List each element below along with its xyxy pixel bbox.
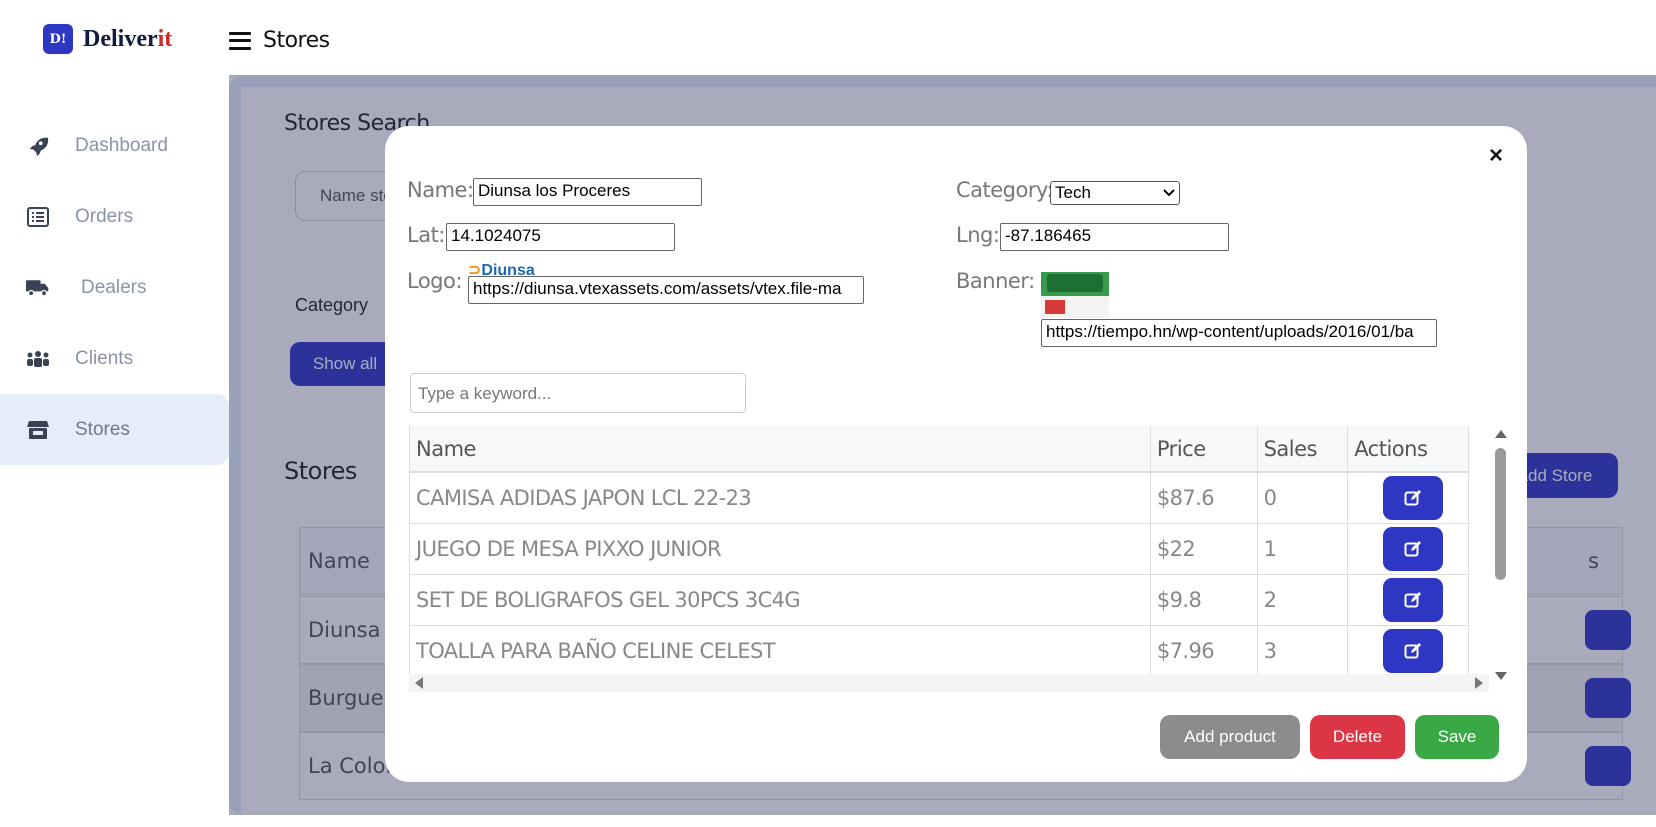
edit-icon	[1404, 591, 1422, 607]
brand-name-accent: it	[157, 25, 173, 52]
sidebar-item-label: Stores	[75, 418, 130, 440]
brand-name-main: Deliver	[83, 25, 158, 52]
product-sales-cell: 1	[1257, 523, 1349, 575]
lat-field[interactable]: 14.1024075	[446, 223, 675, 251]
category-select-value: Tech	[1055, 183, 1091, 202]
sidebar-item-clients[interactable]: Clients	[0, 323, 229, 394]
store-icon	[26, 418, 50, 442]
edit-product-button[interactable]	[1383, 475, 1444, 520]
truck-icon	[26, 276, 50, 300]
logo-label: Logo:	[407, 269, 462, 293]
store-name-field[interactable]: Diunsa los Proceres	[473, 178, 702, 206]
product-price-cell: $22	[1150, 523, 1258, 575]
product-sales-cell: 2	[1257, 574, 1349, 626]
product-actions-cell	[1347, 574, 1469, 626]
product-actions-cell	[1347, 472, 1469, 524]
scroll-down-arrow-icon[interactable]	[1495, 672, 1507, 680]
sidebar-item-label: Dealers	[81, 276, 147, 298]
edit-store-modal: × Name: Diunsa los Proceres Category: Te…	[385, 126, 1527, 782]
product-name-cell: CAMISA ADIDAS JAPON LCL 22-23	[409, 472, 1151, 524]
product-price-cell: $7.96	[1150, 625, 1258, 674]
sidebar-item-label: Orders	[75, 205, 134, 227]
sidebar-item-label: Clients	[75, 347, 134, 369]
product-name-cell: JUEGO DE MESA PIXXO JUNIOR	[409, 523, 1151, 575]
sidebar-item-orders[interactable]: Orders	[0, 181, 229, 252]
rocket-icon	[26, 134, 50, 158]
close-icon[interactable]: ×	[1489, 142, 1503, 170]
lat-label: Lat:	[407, 223, 445, 247]
table-row: SET DE BOLIGRAFOS GEL 30PCS 3C4G $9.8 2	[409, 574, 1469, 626]
scroll-up-arrow-icon[interactable]	[1495, 430, 1507, 438]
banner-preview-image	[1041, 262, 1109, 318]
lng-label: Lng:	[956, 223, 1000, 247]
list-icon	[26, 205, 50, 229]
table-header-row: Name Price Sales Actions	[409, 426, 1469, 473]
category-select[interactable]: Tech	[1050, 181, 1180, 205]
hamburger-menu-icon[interactable]	[229, 31, 251, 50]
sidebar-nav: Dashboard Orders Dealers Clients Stores	[0, 110, 229, 465]
product-name-cell: SET DE BOLIGRAFOS GEL 30PCS 3C4G	[409, 574, 1151, 626]
delete-button[interactable]: Delete	[1310, 715, 1405, 759]
product-sales-cell: 3	[1257, 625, 1349, 674]
add-product-button[interactable]: Add product	[1160, 715, 1300, 759]
sidebar-item-dashboard[interactable]: Dashboard	[0, 110, 229, 181]
page-title: Stores	[263, 28, 330, 53]
lng-field[interactable]: -87.186465	[1000, 223, 1229, 251]
product-sales-cell: 0	[1257, 472, 1349, 524]
save-button[interactable]: Save	[1415, 715, 1499, 759]
edit-icon	[1404, 489, 1422, 506]
product-actions-cell	[1347, 523, 1469, 575]
product-search-input[interactable]: Type a keyword...	[410, 373, 746, 413]
products-table-container: Name Price Sales Actions CAMISA ADIDAS J…	[409, 426, 1493, 674]
edit-icon	[1404, 540, 1422, 556]
logo-url-field[interactable]: https://diunsa.vtexassets.com/assets/vte…	[468, 276, 864, 304]
products-table: Name Price Sales Actions CAMISA ADIDAS J…	[409, 426, 1469, 674]
sidebar: D! Deliverit Dashboard Orders Dealers Cl…	[0, 0, 229, 803]
product-price-cell: $9.8	[1150, 574, 1258, 626]
users-icon	[26, 347, 50, 371]
banner-label: Banner:	[956, 269, 1035, 293]
edit-product-button[interactable]	[1383, 526, 1444, 571]
product-name-cell: TOALLA PARA BAÑO CELINE CELEST	[409, 625, 1151, 674]
product-actions-cell	[1347, 625, 1469, 674]
table-row: CAMISA ADIDAS JAPON LCL 22-23 $87.6 0	[409, 472, 1469, 524]
sidebar-item-label: Dashboard	[75, 134, 168, 156]
edit-product-button[interactable]	[1383, 577, 1444, 622]
column-header-price: Price	[1150, 426, 1258, 473]
table-row: TOALLA PARA BAÑO CELINE CELEST $7.96 3	[409, 625, 1469, 674]
scroll-left-arrow-icon[interactable]	[415, 677, 423, 689]
banner-url-field[interactable]: https://tiempo.hn/wp-content/uploads/201…	[1041, 319, 1437, 347]
brand-name: Deliverit	[83, 26, 172, 53]
scrollbar-thumb[interactable]	[1495, 448, 1506, 580]
vertical-scrollbar[interactable]	[1491, 426, 1509, 684]
product-price-cell: $87.6	[1150, 472, 1258, 524]
brand-badge-icon: D!	[43, 24, 73, 54]
name-label: Name:	[407, 178, 474, 202]
edit-icon	[1404, 642, 1422, 658]
column-header-sales: Sales	[1257, 426, 1349, 473]
sidebar-item-dealers[interactable]: Dealers	[0, 252, 229, 323]
table-row: JUEGO DE MESA PIXXO JUNIOR $22 1	[409, 523, 1469, 575]
sidebar-item-stores[interactable]: Stores	[0, 394, 229, 465]
scroll-right-arrow-icon[interactable]	[1475, 677, 1483, 689]
category-label: Category:	[956, 178, 1053, 202]
column-header-name: Name	[409, 426, 1151, 473]
chevron-down-icon	[1163, 189, 1175, 197]
edit-product-button[interactable]	[1383, 628, 1444, 673]
column-header-actions: Actions	[1347, 426, 1469, 473]
horizontal-scrollbar[interactable]	[409, 674, 1489, 692]
topbar: Stores	[229, 28, 330, 53]
brand-logo[interactable]: D! Deliverit	[43, 24, 172, 54]
